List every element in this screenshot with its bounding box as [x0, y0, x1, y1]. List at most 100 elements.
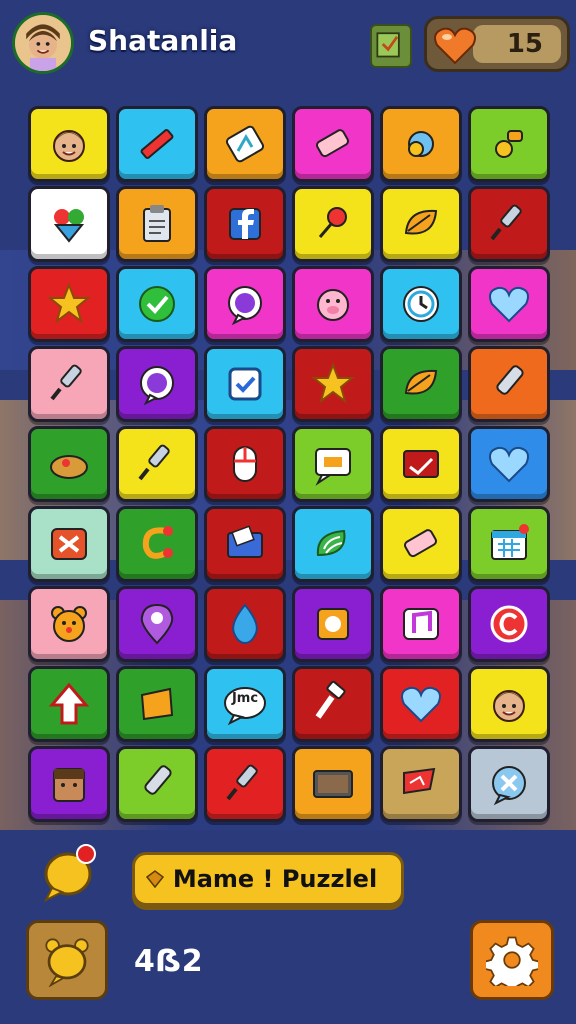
puzzle-title-button[interactable]: Mame ! Puzzlel — [132, 852, 404, 906]
tile-text: Jmc — [231, 691, 259, 706]
facebook-icon — [218, 197, 272, 251]
grid-tile[interactable] — [204, 586, 286, 662]
grid-tile[interactable] — [28, 666, 110, 742]
speech-icon — [306, 437, 360, 491]
grid-tile[interactable] — [28, 266, 110, 342]
grid-tile[interactable] — [468, 426, 550, 502]
grid-tile[interactable] — [204, 106, 286, 182]
chat-x-icon — [482, 757, 536, 811]
grid-tile[interactable] — [292, 106, 374, 182]
text-bubble-icon: Jmc — [218, 677, 272, 731]
grid-tile[interactable] — [380, 186, 462, 262]
grid-tile[interactable] — [204, 746, 286, 822]
grid-tile[interactable] — [292, 746, 374, 822]
inventory-icon[interactable] — [370, 24, 412, 68]
grid-tile[interactable] — [204, 506, 286, 582]
grid-tile[interactable] — [380, 426, 462, 502]
grid-tile[interactable] — [28, 506, 110, 582]
grid-tile[interactable] — [292, 186, 374, 262]
chat-icon — [130, 357, 184, 411]
grid-tile[interactable] — [468, 506, 550, 582]
grid-tile[interactable] — [292, 346, 374, 422]
clipboard-icon — [130, 197, 184, 251]
grid-tile[interactable] — [292, 266, 374, 342]
grid-tile[interactable] — [204, 266, 286, 342]
envelope-icon — [218, 517, 272, 571]
grid-tile[interactable] — [468, 106, 550, 182]
score-text: 4ẞ2 — [134, 944, 203, 979]
rattle-icon — [482, 117, 536, 171]
grid-tile[interactable] — [204, 426, 286, 502]
player-avatar[interactable] — [12, 12, 74, 74]
grid-tile[interactable] — [116, 746, 198, 822]
grid-tile[interactable] — [28, 106, 110, 182]
heart-icon — [434, 27, 476, 65]
pin-icon — [306, 197, 360, 251]
grid-tile[interactable] — [380, 106, 462, 182]
grid-tile[interactable] — [380, 346, 462, 422]
grid-tile[interactable] — [28, 346, 110, 422]
pencil-icon — [130, 117, 184, 171]
grid-tile[interactable] — [116, 346, 198, 422]
top-bar: Shatanlia 15 — [10, 10, 570, 78]
grid-tile[interactable] — [116, 506, 198, 582]
flag-icon — [394, 757, 448, 811]
grid-tile[interactable]: Jmc — [204, 666, 286, 742]
check-icon — [130, 277, 184, 331]
heart-icon — [482, 277, 536, 331]
grid-tile[interactable] — [292, 506, 374, 582]
grid-tile[interactable] — [292, 666, 374, 742]
grid-tile[interactable] — [28, 186, 110, 262]
grid-tile[interactable] — [380, 746, 462, 822]
bell-icon — [45, 938, 89, 987]
brush-icon — [42, 357, 96, 411]
grid-tile[interactable] — [116, 666, 198, 742]
calendar-icon — [482, 517, 536, 571]
grid-tile[interactable] — [468, 346, 550, 422]
grid-tile[interactable] — [116, 266, 198, 342]
leaf-icon — [394, 197, 448, 251]
gear-icon — [486, 936, 538, 986]
grid-tile[interactable] — [380, 266, 462, 342]
hint-button[interactable] — [26, 920, 108, 1000]
grid-tile[interactable] — [28, 586, 110, 662]
grid-tile[interactable] — [292, 426, 374, 502]
grid-tile[interactable] — [292, 586, 374, 662]
wifi-icon — [306, 517, 360, 571]
grid-tile[interactable] — [380, 666, 462, 742]
grid-tile[interactable] — [28, 426, 110, 502]
monitor-icon — [306, 757, 360, 811]
teddy-icon — [42, 597, 96, 651]
grid-tile[interactable] — [468, 266, 550, 342]
grid-tile[interactable] — [468, 666, 550, 742]
lives-counter: 15 — [424, 16, 570, 72]
grid-tile[interactable] — [28, 746, 110, 822]
grid-tile[interactable] — [468, 586, 550, 662]
pacifier-icon — [394, 117, 448, 171]
grid-tile[interactable] — [116, 426, 198, 502]
character-icon — [42, 757, 96, 811]
mouse-icon — [218, 437, 272, 491]
grid-tile[interactable] — [468, 746, 550, 822]
puzzle-title-label: Mame ! Puzzlel — [172, 865, 378, 893]
lives-count: 15 — [506, 29, 543, 59]
grid-tile[interactable] — [116, 106, 198, 182]
heart-icon — [394, 677, 448, 731]
music-icon — [394, 597, 448, 651]
grid-tile[interactable] — [116, 186, 198, 262]
leaf-icon — [394, 357, 448, 411]
grid-tile[interactable] — [204, 346, 286, 422]
hammer-icon — [306, 677, 360, 731]
mail-icon — [394, 437, 448, 491]
grid-tile[interactable] — [468, 186, 550, 262]
bubble-icon[interactable] — [42, 842, 100, 902]
location-icon — [130, 597, 184, 651]
clock-icon — [394, 277, 448, 331]
grid-tile[interactable] — [116, 586, 198, 662]
grid-tile[interactable] — [380, 586, 462, 662]
grid-tile[interactable] — [380, 506, 462, 582]
settings-button[interactable] — [470, 920, 554, 1000]
player-name: Shatanlia — [88, 24, 238, 57]
face-icon — [482, 677, 536, 731]
grid-tile[interactable] — [204, 186, 286, 262]
